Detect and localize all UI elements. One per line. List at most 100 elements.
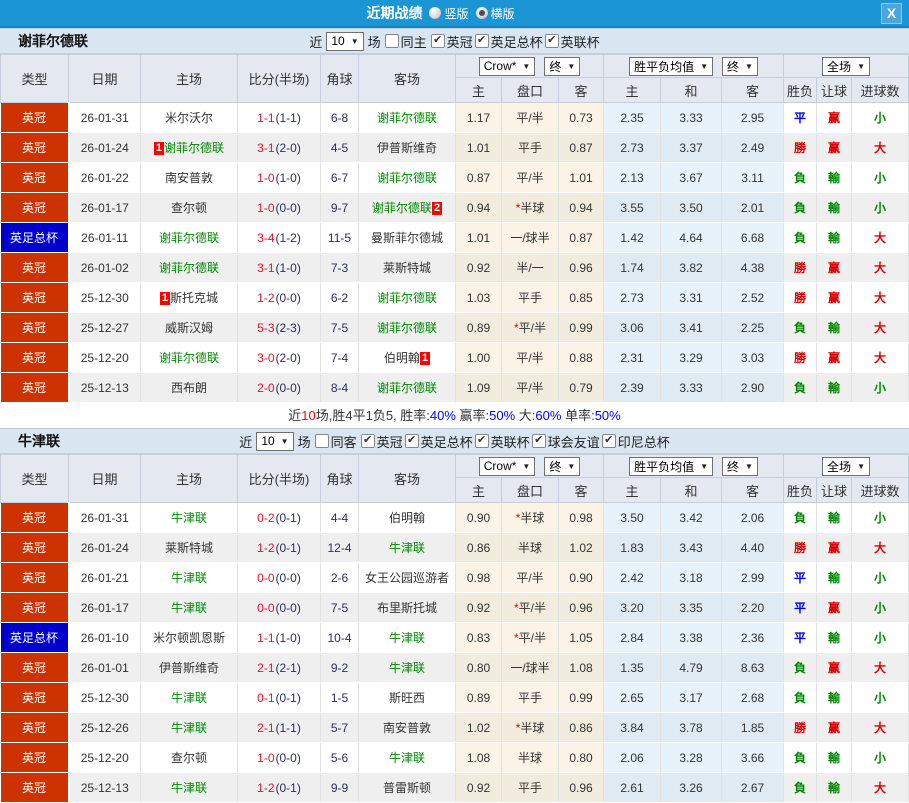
odds-home: 1.01 [455, 222, 502, 253]
away-team-name: 谢菲尔德联 [376, 381, 437, 395]
radio-icon[interactable] [429, 7, 442, 19]
away-team-cell: 谢菲尔德联 [358, 282, 456, 313]
match-date: 25-12-20 [68, 742, 141, 773]
home-team-cell: 1 斯托克城 [140, 282, 238, 313]
checkbox-icon[interactable] [314, 434, 329, 448]
league-checkbox[interactable]: ✔ 英联杯 [474, 432, 530, 451]
league-checkbox[interactable]: ✔ 英冠 [430, 32, 473, 51]
sub-header-odds-home: 主 [455, 77, 502, 103]
match-date: 26-01-24 [68, 532, 141, 563]
league-checkbox[interactable]: ✔ 球会友谊 [531, 432, 600, 451]
col-header-corner: 角球 [320, 54, 359, 103]
score-cell: 3-1(1-0) [237, 252, 321, 283]
table-row: 英冠 26-01-01 伊普斯维奇 2-1(2-1) 9-2 牛津联 0.80 … [0, 652, 909, 683]
checkbox-icon[interactable]: ✔ [360, 434, 375, 448]
table-row: 英冠 26-01-24 1 谢菲尔德联 3-1(2-0) 4-5 伊普斯维奇 1.… [0, 132, 909, 163]
same-venue-checkbox[interactable]: 同主 [384, 32, 427, 51]
recent-matches-table-oxford: 类型 日期 主场 比分(半场) 角球 客场 Crow* ▼ 终 ▼ 胜平负均值 ▼ 终… [0, 454, 909, 803]
home-team-cell: 莱斯特城 [140, 532, 238, 563]
radio-checked-icon[interactable] [475, 7, 488, 19]
match-date: 26-01-31 [68, 502, 141, 533]
result-wdl: 負 [783, 652, 818, 683]
sub-header-avg-home: 主 [603, 477, 662, 503]
result-handicap: 赢 [816, 252, 853, 283]
league-checkbox[interactable]: ✔ 英足总杯 [404, 432, 473, 451]
col-header-home: 主场 [140, 454, 238, 503]
handicap-line: 平手 [501, 682, 559, 713]
handicap-line: 平/半 [501, 102, 559, 133]
checkbox-icon[interactable]: ✔ [474, 434, 489, 448]
avg-odds-draw: 3.28 [660, 742, 723, 773]
league-checkbox[interactable]: ✔ 英冠 [360, 432, 403, 451]
match-type-badge: 英冠 [0, 652, 70, 683]
score-cell: 1-0(1-0) [237, 162, 321, 193]
avg-odds-away: 3.03 [721, 342, 785, 373]
home-team-name: 米尔沃尔 [164, 111, 213, 125]
radio-vertical-layout[interactable]: 竖版 [429, 5, 469, 22]
result-goals: 小 [851, 592, 909, 623]
halftime-score: (0-0) [275, 750, 301, 765]
radio-horizontal-layout[interactable]: 横版 [475, 5, 515, 22]
fulltime-score: 1-2 [257, 780, 275, 795]
home-team-name: 牛津联 [170, 511, 207, 525]
table-row: 英冠 26-01-31 米尔沃尔 1-1(1-1) 6-8 谢菲尔德联 1.17… [0, 102, 909, 133]
halftime-score: (0-0) [275, 570, 301, 585]
fulltime-score: 5-3 [257, 320, 275, 335]
odds-time-select[interactable]: 终 ▼ [544, 56, 581, 76]
odds-home: 0.89 [455, 682, 502, 713]
checkbox-icon[interactable]: ✔ [544, 34, 559, 48]
avg-odds-draw: 3.43 [660, 532, 723, 563]
checkbox-icon[interactable] [384, 34, 399, 48]
league-checkbox[interactable]: ✔ 英足总杯 [474, 32, 543, 51]
home-team-cell: 牛津联 [140, 502, 238, 533]
away-team-cell: 谢菲尔德联 [358, 102, 456, 133]
avg-odds-draw: 3.42 [660, 502, 723, 533]
chevron-down-icon: ▼ [567, 461, 576, 471]
bookmaker-select[interactable]: Crow* ▼ [478, 56, 536, 76]
sub-header-odds-away: 客 [557, 77, 605, 103]
away-team-cell: 牛津联 [358, 652, 456, 683]
result-wdl: 勝 [783, 282, 818, 313]
chevron-down-icon: ▼ [567, 61, 576, 71]
halftime-score: (2-3) [275, 320, 301, 335]
checkbox-icon[interactable]: ✔ [531, 434, 546, 448]
league-checkbox[interactable]: ✔ 印尼总杯 [601, 432, 670, 451]
league-checkbox[interactable]: ✔ 英联杯 [544, 32, 600, 51]
avg-time-select[interactable]: 终 ▼ [722, 456, 758, 476]
avg-time-select[interactable]: 终 ▼ [722, 56, 758, 76]
match-type-badge: 英冠 [0, 562, 70, 593]
odds-away: 0.86 [558, 712, 605, 743]
section-filterbar-sheffield: 谢菲尔德联 近 10 ▼ 场 同主 ✔ 英冠 ✔ 英足总杯 ✔ 英联杯 [0, 28, 909, 54]
table-row: 英冠 25-12-30 牛津联 0-1(0-1) 1-5 斯旺西 0.89 平手… [0, 682, 909, 713]
avg-odds-away: 2.20 [721, 592, 785, 623]
avg-odds-home: 2.73 [603, 282, 662, 313]
bookmaker-select[interactable]: Crow* ▼ [478, 456, 536, 476]
away-team-cell: 伊普斯维奇 [358, 132, 456, 163]
corner-count: 4-4 [320, 502, 359, 533]
recent-count-select[interactable]: 10 ▼ [256, 431, 294, 451]
match-type-badge: 英冠 [0, 592, 70, 623]
avg-odds-home: 2.06 [603, 742, 662, 773]
checkbox-icon[interactable]: ✔ [430, 34, 445, 48]
corner-count: 1-5 [320, 682, 359, 713]
full-match-select[interactable]: 全场 ▼ [822, 456, 870, 476]
checkbox-icon[interactable]: ✔ [404, 434, 419, 448]
odds-time-select[interactable]: 终 ▼ [544, 456, 581, 476]
handicap-line: 平/半 [501, 562, 559, 593]
checkbox-icon[interactable]: ✔ [474, 34, 489, 48]
halftime-score: (2-1) [275, 660, 301, 675]
checkbox-icon[interactable]: ✔ [601, 434, 616, 448]
chevron-down-icon: ▼ [280, 436, 289, 446]
corner-count: 5-6 [320, 742, 359, 773]
away-team-cell: 南安普敦 [358, 712, 456, 743]
odds-away: 1.02 [558, 532, 605, 563]
recent-count-select[interactable]: 10 ▼ [326, 31, 364, 51]
close-button[interactable]: X [881, 2, 902, 24]
score-cell: 0-0(0-0) [237, 592, 321, 623]
same-venue-checkbox[interactable]: 同客 [314, 432, 357, 451]
full-match-select[interactable]: 全场 ▼ [822, 56, 870, 76]
avg-odds-select[interactable]: 胜平负均值 ▼ [629, 456, 714, 476]
fulltime-score: 2-1 [257, 720, 275, 735]
avg-odds-select[interactable]: 胜平负均值 ▼ [629, 56, 714, 76]
avg-odds-away: 2.36 [721, 622, 785, 653]
